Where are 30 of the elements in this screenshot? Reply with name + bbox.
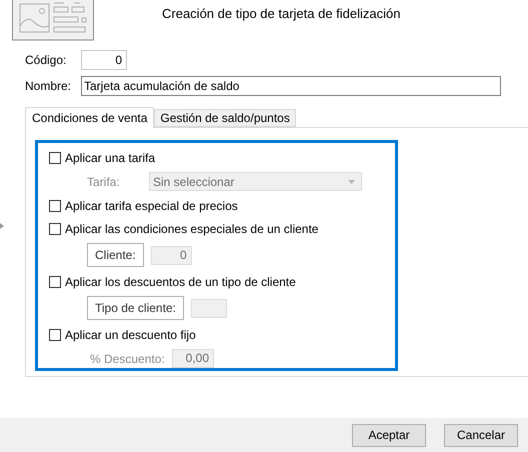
- checkbox[interactable]: [49, 152, 61, 164]
- checkbox[interactable]: [49, 329, 61, 341]
- checkbox-label[interactable]: Aplicar un descuento fijo: [65, 328, 196, 342]
- field-label: Código:: [25, 53, 68, 67]
- dropdown[interactable]: Sin seleccionar: [149, 172, 362, 191]
- input-field[interactable]: 0: [150, 246, 192, 264]
- checkbox[interactable]: [49, 223, 61, 235]
- dialog-button[interactable]: Aceptar: [352, 424, 426, 446]
- lookup-button[interactable]: Tipo de cliente:: [87, 296, 184, 320]
- dialog-button[interactable]: Cancelar: [444, 424, 518, 446]
- checkbox-label[interactable]: Aplicar una tarifa: [65, 151, 156, 165]
- checkbox[interactable]: [49, 276, 61, 288]
- input-field[interactable]: [190, 298, 227, 318]
- text-field[interactable]: 0: [81, 50, 127, 70]
- image-placeholder-icon: [12, 0, 94, 41]
- dialog-title: Creación de tipo de tarjeta de fidelización: [162, 6, 400, 21]
- checkbox-label[interactable]: Aplicar las condiciones especiales de un cliente: [65, 222, 318, 236]
- arrow-icon: [0, 223, 4, 229]
- caret-icon: [348, 180, 355, 184]
- field-label: % Descuento:: [89, 352, 165, 366]
- field-label: Tarifa:: [87, 174, 121, 188]
- text-field[interactable]: Tarjeta acumulación de saldo: [81, 76, 501, 96]
- checkbox[interactable]: [49, 200, 61, 212]
- checkbox-label[interactable]: Aplicar tarifa especial de precios: [65, 199, 238, 213]
- input-field[interactable]: 0,00: [172, 349, 214, 368]
- lookup-button[interactable]: Cliente:: [87, 243, 144, 267]
- field-label: Nombre:: [25, 79, 72, 93]
- tab[interactable]: Condiciones de venta: [25, 107, 154, 128]
- tab[interactable]: Gestión de saldo/puntos: [154, 109, 296, 127]
- checkbox-label[interactable]: Aplicar los descuentos de un tipo de cliente: [65, 275, 296, 289]
